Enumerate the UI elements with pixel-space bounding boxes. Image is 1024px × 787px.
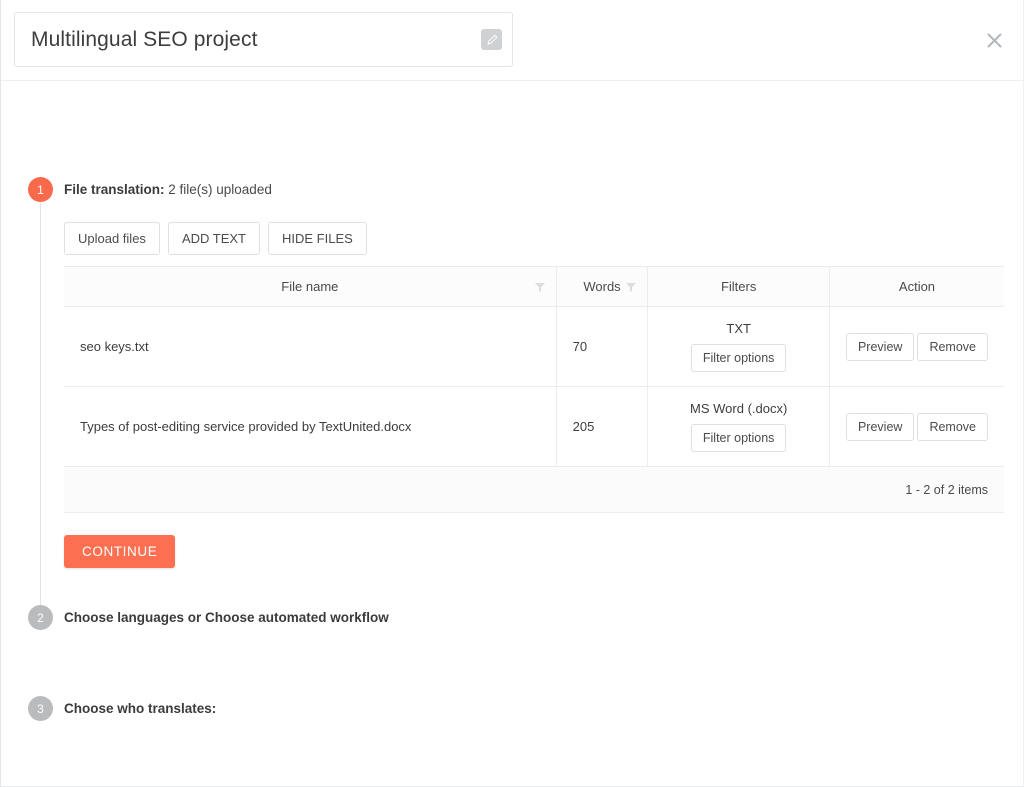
file-name-filter-icon[interactable] [534,281,546,293]
step-1-label-rest: 2 file(s) uploaded [164,182,272,197]
step-2-badge: 2 [28,605,53,630]
close-button[interactable] [982,28,1006,52]
panel-header: Multilingual SEO project [1,0,1023,81]
step-2-label[interactable]: Choose languages or Choose automated wor… [64,610,389,625]
cell-action: Preview Remove [828,306,1004,387]
remove-button[interactable]: Remove [917,332,988,361]
project-title-text: Multilingual SEO project [31,27,258,51]
step-1-label-strong: File translation: [64,182,165,197]
files-table-body: seo keys.txt 70 TXT Filter options Previ… [64,306,1004,467]
table-header-row: File name Words Filters Action [64,266,1004,307]
new-project-panel: Multilingual SEO project 1 File translat… [0,0,1024,787]
preview-button[interactable]: Preview [845,412,915,441]
remove-button[interactable]: Remove [917,412,988,441]
cell-action: Preview Remove [828,386,1004,467]
step-1-label: File translation: 2 file(s) uploaded [64,182,272,197]
cell-filters: MS Word (.docx) Filter options [647,386,830,467]
column-header-filters: Filters [647,266,830,307]
column-header-action: Action [828,266,1004,307]
step-3-label[interactable]: Choose who translates: [64,701,216,716]
file-translation-section: Upload files ADD TEXT HIDE FILES File na… [64,222,1004,568]
preview-button[interactable]: Preview [845,332,915,361]
continue-button[interactable]: CONTINUE [64,535,176,568]
filter-options-button[interactable]: Filter options [690,424,787,452]
project-title-field[interactable]: Multilingual SEO project [14,12,513,67]
filter-options-button[interactable]: Filter options [690,344,787,372]
pencil-icon [486,34,498,46]
cell-file-name: Types of post-editing service provided b… [64,386,557,467]
step-1-badge: 1 [28,177,53,202]
cell-file-name: seo keys.txt [64,306,557,387]
edit-title-button[interactable] [481,29,502,50]
cell-words: 70 [555,306,648,387]
pagination-info: 1 - 2 of 2 items [905,482,988,497]
column-label-filters: Filters [720,279,757,294]
continue-row: CONTINUE [64,535,1004,568]
step-connector-line [40,192,41,610]
cell-words: 205 [555,386,648,467]
filter-type-label: TXT [726,321,751,336]
step-3-badge: 3 [28,696,53,721]
column-header-file-name[interactable]: File name [64,266,557,307]
hide-files-button[interactable]: HIDE FILES [268,222,367,255]
column-label-words: Words [583,279,621,294]
files-table-head: File name Words Filters Action [64,266,1004,307]
column-label-file-name: File name [281,279,339,294]
steps-wizard: 1 File translation: 2 file(s) uploaded U… [1,80,1023,721]
words-filter-icon[interactable] [625,281,637,293]
upload-files-button[interactable]: Upload files [64,222,160,255]
add-text-button[interactable]: ADD TEXT [167,222,260,255]
column-label-action: Action [898,279,936,294]
close-icon [986,32,1003,49]
file-toolbar: Upload files ADD TEXT HIDE FILES [64,222,1004,255]
files-table: File name Words Filters Action seo keys.… [64,266,1004,467]
cell-filters: TXT Filter options [647,306,830,387]
table-footer: 1 - 2 of 2 items [64,467,1004,513]
table-row: seo keys.txt 70 TXT Filter options Previ… [64,306,1004,387]
column-header-words[interactable]: Words [555,266,648,307]
table-row: Types of post-editing service provided b… [64,386,1004,467]
filter-type-label: MS Word (.docx) [690,401,788,416]
